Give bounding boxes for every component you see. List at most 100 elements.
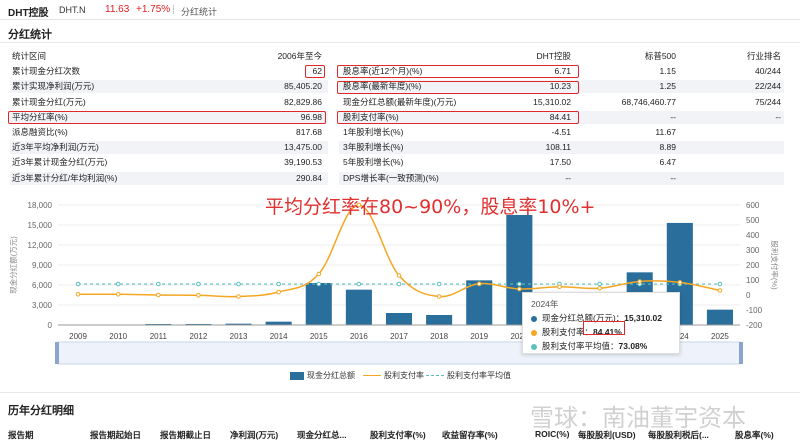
- dividend-bar[interactable]: [466, 280, 493, 325]
- history-column-header[interactable]: 股息率(%): [735, 429, 774, 441]
- row-value-rank: 40/244: [755, 66, 781, 77]
- zoom-slider-handle-right[interactable]: [739, 342, 743, 364]
- legend-item-payout[interactable]: 股利支付率: [363, 370, 424, 381]
- row-label: 派息融资比(%): [12, 127, 68, 137]
- history-column-header[interactable]: 现金分红总...: [297, 429, 347, 441]
- history-column-header[interactable]: 报告期截止日: [160, 429, 211, 441]
- header-col-company: DHT控股: [536, 51, 571, 61]
- table-row: 近3年平均净利润(万元) 13,475.00: [12, 141, 326, 154]
- line-legend-icon: [363, 375, 381, 377]
- header-value: 2006年至今: [277, 51, 322, 61]
- history-column-header[interactable]: ROIC(%): [535, 429, 569, 439]
- dividend-bar[interactable]: [385, 313, 413, 325]
- row-value-index: 6.47: [659, 157, 676, 168]
- table-row: DPS增长率(一致预测)(%) -- --: [341, 172, 781, 185]
- payout-ratio-point[interactable]: [316, 271, 322, 277]
- row-label: 3年股利增长(%): [343, 142, 404, 153]
- y-right-tick-label: -200: [746, 321, 763, 330]
- dividend-bar[interactable]: [305, 283, 332, 325]
- legend-dot-icon: [531, 329, 537, 336]
- y-right-tick-label: 600: [746, 201, 760, 210]
- history-column-header[interactable]: 收益留存率(%): [442, 429, 498, 441]
- payout-ratio-point[interactable]: [476, 281, 482, 287]
- payout-ratio-point[interactable]: [557, 284, 562, 290]
- avg-payout-point[interactable]: [517, 281, 522, 287]
- x-tick-label: 2015: [310, 332, 328, 341]
- x-tick-label: 2017: [390, 332, 408, 341]
- history-column-header[interactable]: 净利润(万元): [230, 429, 278, 441]
- x-tick-label: 2025: [711, 332, 729, 341]
- avg-payout-point[interactable]: [155, 281, 161, 287]
- avg-payout-point[interactable]: [196, 281, 201, 287]
- dividend-bar[interactable]: [426, 315, 453, 325]
- table-header-row: 统计区间 2006年至今: [12, 50, 326, 63]
- payout-ratio-point[interactable]: [236, 294, 241, 299]
- highlight-box-avg-payout: [8, 111, 326, 124]
- row-value: 85,405.20: [284, 81, 322, 92]
- highlight-box-tooltip-payout: [583, 321, 625, 335]
- row-value: 817.68: [296, 127, 322, 137]
- payout-ratio-point[interactable]: [597, 285, 602, 291]
- legend-item-avg[interactable]: 股利支付率平均值: [426, 370, 511, 381]
- section-title: 分红统计: [8, 29, 52, 41]
- stock-ticker: DHT.N: [59, 5, 86, 15]
- y-right-tick-label: 500: [746, 216, 760, 225]
- payout-ratio-point[interactable]: [115, 291, 121, 297]
- row-label: 近3年累计现金分红(万元): [12, 157, 108, 168]
- history-column-header[interactable]: 报告期起始日: [90, 429, 141, 441]
- row-value-company: 17.50: [549, 157, 571, 168]
- payout-ratio-point[interactable]: [717, 288, 723, 293]
- avg-payout-point[interactable]: [356, 281, 362, 287]
- payout-ratio-point[interactable]: [196, 293, 201, 298]
- history-column-header[interactable]: 每股股利(USD): [578, 429, 636, 441]
- history-column-header[interactable]: 报告期: [8, 429, 34, 441]
- y-right-tick-label: -100: [746, 306, 763, 315]
- highlight-box-yield-latest: [337, 81, 579, 94]
- legend-dot-icon: [531, 343, 537, 350]
- avg-payout-point[interactable]: [717, 281, 723, 287]
- y-left-axis-title: 现金分红额(万元): [8, 236, 18, 294]
- stock-name[interactable]: DHT控股: [8, 4, 49, 19]
- avg-payout-point[interactable]: [276, 281, 281, 287]
- avg-payout-point[interactable]: [316, 281, 322, 287]
- history-title: 历年分红明细: [8, 405, 74, 417]
- avg-payout-point[interactable]: [597, 281, 602, 287]
- payout-ratio-point[interactable]: [75, 291, 81, 297]
- payout-ratio-point[interactable]: [677, 280, 683, 285]
- header-label: 统计区间: [12, 51, 47, 61]
- history-column-header[interactable]: 股利支付率(%): [370, 429, 426, 441]
- avg-payout-point[interactable]: [396, 281, 402, 287]
- row-value: 290.84: [296, 172, 322, 183]
- highlight-box-yield-12m: [337, 65, 579, 78]
- dividend-bar[interactable]: [706, 309, 733, 325]
- payout-ratio-point[interactable]: [155, 292, 161, 298]
- payout-ratio-point[interactable]: [517, 286, 522, 292]
- payout-ratio-point[interactable]: [396, 273, 402, 278]
- row-label: 近3年累计分红/年均利润(%): [12, 172, 118, 183]
- zoom-slider-handle-left[interactable]: [55, 342, 59, 364]
- row-value: 13,475.00: [284, 142, 322, 153]
- y-right-tick-label: 200: [746, 261, 760, 270]
- row-value-index: 8.89: [659, 142, 676, 153]
- avg-payout-point[interactable]: [75, 281, 81, 287]
- row-value-rank: 75/244: [755, 96, 781, 107]
- row-value-company: --: [565, 172, 571, 183]
- history-column-header[interactable]: 每股股利税后(...: [648, 429, 709, 441]
- avg-payout-point[interactable]: [236, 281, 241, 287]
- y-right-tick-label: 100: [746, 276, 760, 285]
- avg-payout-point[interactable]: [115, 281, 121, 287]
- avg-payout-point[interactable]: [436, 281, 442, 287]
- row-value-index: --: [670, 172, 676, 183]
- payout-ratio-point[interactable]: [637, 279, 643, 284]
- row-value-index: 68,746,460.77: [621, 96, 676, 107]
- tooltip-row-avg: 股利支付率平均值：73.08%: [531, 339, 671, 353]
- dividend-bar[interactable]: [345, 289, 372, 325]
- payout-ratio-point[interactable]: [276, 289, 281, 295]
- table-row: 近3年累计现金分红(万元) 39,190.53: [12, 156, 326, 169]
- y-right-tick-label: 0: [746, 291, 751, 300]
- header-col-index: 标普500: [644, 51, 676, 61]
- payout-ratio-point[interactable]: [436, 294, 442, 299]
- tab-dividend-stats[interactable]: 分红统计: [181, 5, 217, 18]
- table-row: 现金分红总额(最新年度)(万元) 15,310.02 68,746,460.77 75…: [341, 96, 781, 109]
- legend-item-dividend[interactable]: 现金分红总额: [290, 370, 355, 381]
